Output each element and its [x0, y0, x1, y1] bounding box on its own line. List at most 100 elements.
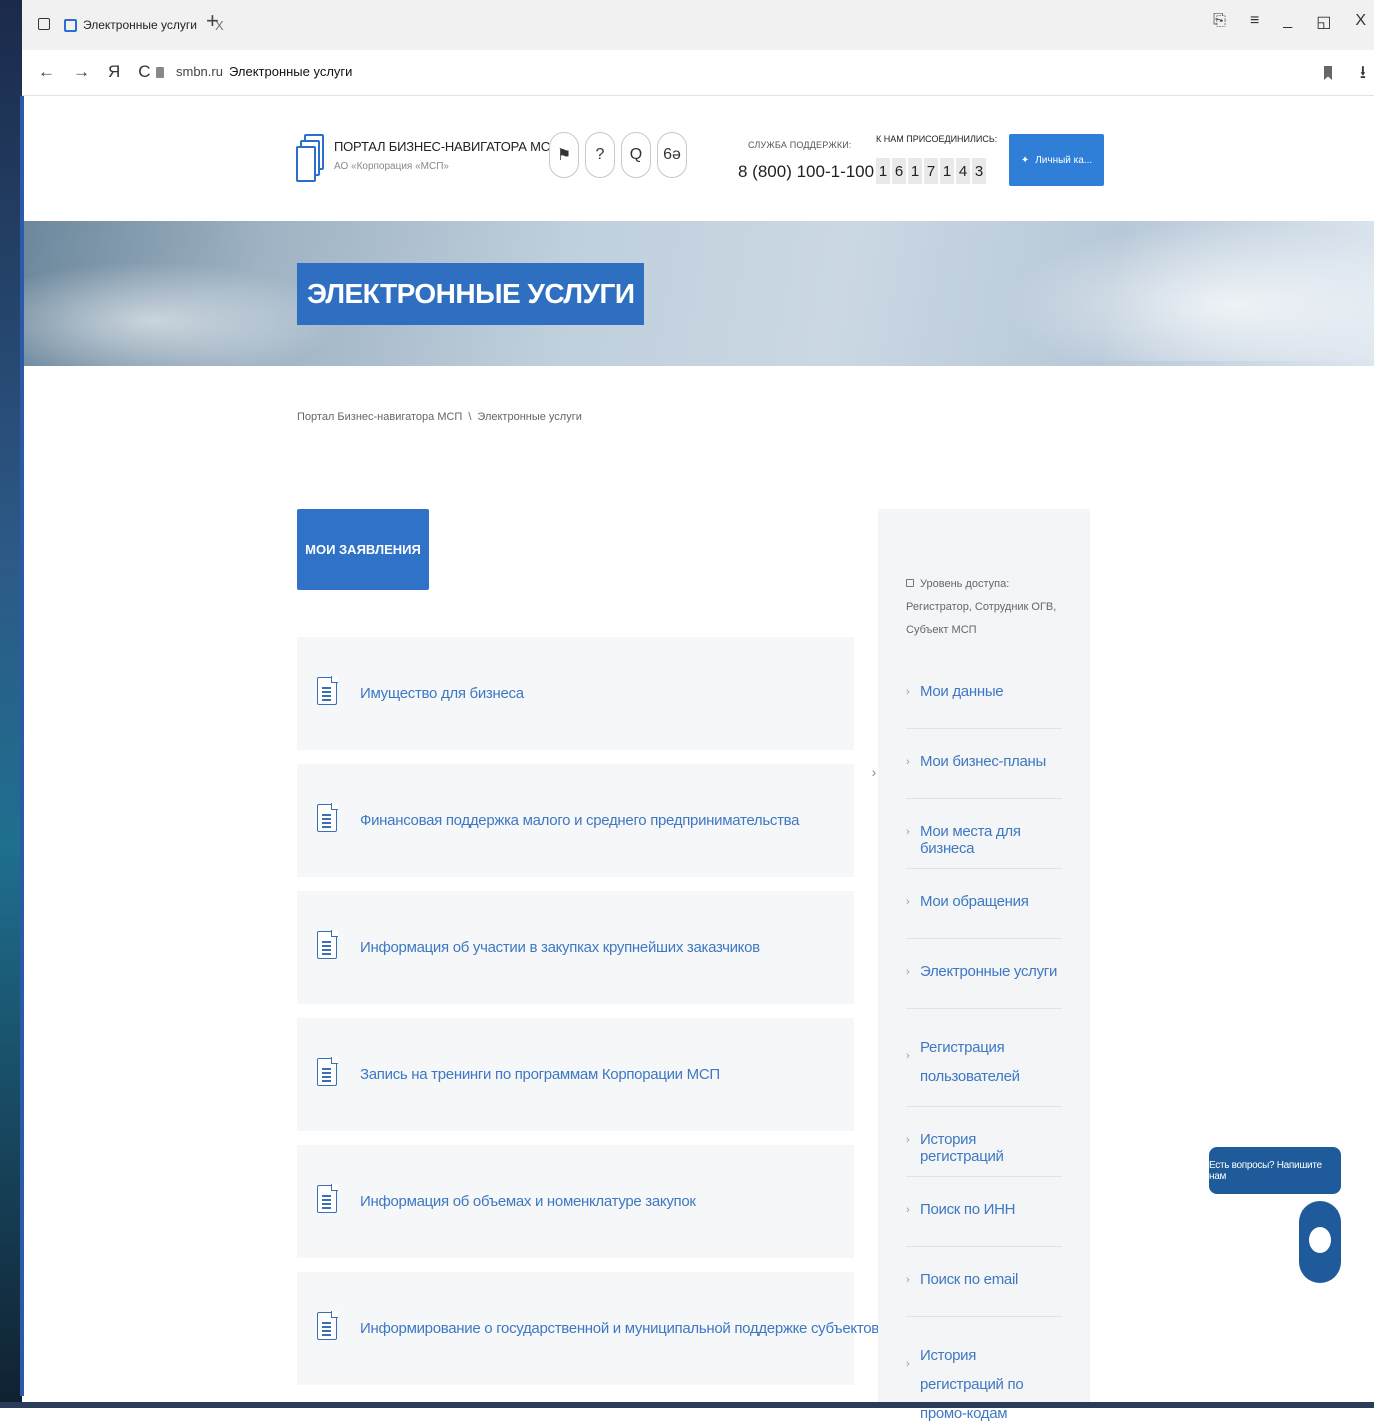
- sidebar-item[interactable]: › Регистрация пользователей: [906, 1009, 1062, 1107]
- sidebar-item[interactable]: › История регистраций: [906, 1107, 1062, 1177]
- sidebar-item-label: История регистраций: [920, 1131, 1004, 1165]
- joined-counter: 1 6 1 7 1 4 3: [876, 158, 986, 184]
- document-icon: [317, 676, 338, 705]
- lock-icon: [906, 579, 914, 587]
- personal-account-button[interactable]: ✦ Личный ка...: [1009, 134, 1104, 186]
- service-item[interactable]: Имущество для бизнеса: [297, 637, 854, 750]
- sidebar-item[interactable]: › Электронные услуги: [906, 939, 1062, 1009]
- service-item[interactable]: Финансовая поддержка малого и среднего п…: [297, 764, 854, 877]
- new-tab-button[interactable]: +: [206, 8, 219, 34]
- window-controls: ⎘ ≡ _ ◱ X: [1213, 12, 1366, 32]
- accessibility-glasses-icon[interactable]: 6ə: [657, 132, 687, 178]
- service-link[interactable]: Информирование о государственной и муниц…: [360, 1320, 916, 1337]
- reload-button[interactable]: C: [138, 62, 150, 82]
- sidebar-item[interactable]: › Мои места для бизнеса: [906, 799, 1062, 869]
- tab-bar: Электронные услуги X + ⎘ ≡ _ ◱ X: [22, 0, 1374, 50]
- bookmark-icon[interactable]: [1324, 66, 1332, 80]
- chevron-right-icon: ›: [906, 966, 910, 978]
- chevron-right-icon: ›: [906, 826, 910, 838]
- counter-digit: 1: [940, 158, 954, 184]
- help-icon[interactable]: ?: [585, 132, 615, 178]
- sidebar-item[interactable]: › Мои обращения: [906, 869, 1062, 939]
- logo-subtitle: АО «Корпорация «МСП»: [334, 161, 449, 172]
- service-link[interactable]: Информация об объемах и номенклатуре зак…: [360, 1193, 696, 1210]
- my-applications-button[interactable]: МОИ ЗАЯВЛЕНИЯ: [297, 509, 429, 590]
- service-item[interactable]: Информация об объемах и номенклатуре зак…: [297, 1145, 854, 1258]
- sidebar-item-label: Мои данные: [920, 683, 1004, 700]
- sidebar-item-label: Поиск по email: [920, 1271, 1019, 1288]
- service-link[interactable]: Имущество для бизнеса: [360, 685, 524, 702]
- access-level-text: Уровень доступа: Регистратор, Сотрудник …: [906, 573, 1076, 642]
- sidebar-item[interactable]: › Мои бизнес-планы: [906, 729, 1062, 799]
- menu-icon[interactable]: ≡: [1250, 12, 1259, 32]
- service-item[interactable]: Информация об участии в закупках крупней…: [297, 891, 854, 1004]
- minimize-button[interactable]: _: [1283, 12, 1292, 32]
- sidebar-item[interactable]: › История регистраций по промо-кодам: [906, 1317, 1062, 1422]
- language-flag-icon[interactable]: ⚑: [549, 132, 579, 178]
- breadcrumb-current: Электронные услуги: [477, 411, 582, 423]
- counter-digit: 1: [876, 158, 890, 184]
- counter-digit: 6: [892, 158, 906, 184]
- desktop-background-edge: [0, 0, 24, 1408]
- header-icon-group: ⚑ ? Q 6ə: [549, 132, 687, 178]
- os-taskbar: [0, 1402, 1374, 1408]
- services-list: Имущество для бизнеса Финансовая поддерж…: [297, 637, 916, 1399]
- logo-icon[interactable]: [296, 134, 324, 184]
- forward-button[interactable]: →: [73, 62, 90, 82]
- url-page-title: Электронные услуги: [228, 64, 353, 79]
- breadcrumb-separator: \: [468, 411, 472, 423]
- sidebar-toggle-icon[interactable]: [38, 18, 50, 30]
- browser-tab[interactable]: Электронные услуги X: [64, 12, 224, 38]
- compass-icon: ✦: [1020, 154, 1030, 166]
- download-icon[interactable]: ⭳: [1360, 60, 1366, 90]
- sidebar-item-label: Регистрация пользователей: [920, 1039, 1020, 1085]
- search-icon[interactable]: Q: [621, 132, 651, 178]
- breadcrumb-home-link[interactable]: Портал Бизнес-навигатора МСП: [297, 411, 462, 423]
- url-field[interactable]: smbn.ru Электронные услуги: [176, 64, 352, 79]
- joined-label: К НАМ ПРИСОЕДИНИЛИСЬ:: [876, 134, 998, 144]
- service-link[interactable]: Информация об участии в закупках крупней…: [360, 939, 760, 956]
- chevron-right-icon: ›: [906, 1274, 910, 1286]
- back-button[interactable]: ←: [38, 62, 55, 82]
- sidebar-item[interactable]: › Поиск по ИНН: [906, 1177, 1062, 1247]
- chat-open-button[interactable]: [1299, 1201, 1341, 1283]
- sidebar-menu: › Мои данные › Мои бизнес-планы › Мои места…: [906, 659, 1062, 1422]
- sidebar-item[interactable]: › Мои данные: [906, 659, 1062, 729]
- browser-window: Электронные услуги X + ⎘ ≡ _ ◱ X ← → Я C…: [0, 0, 1374, 1422]
- close-window-button[interactable]: X: [1355, 12, 1366, 32]
- service-link[interactable]: Запись на тренинги по программам Корпора…: [360, 1066, 720, 1083]
- restore-button[interactable]: ◱: [1316, 12, 1331, 32]
- account-sidebar: Уровень доступа: Регистратор, Сотрудник …: [878, 509, 1090, 1422]
- bookmarks-icon[interactable]: ⎘: [1213, 12, 1226, 32]
- counter-digit: 3: [972, 158, 986, 184]
- support-phone[interactable]: 8 (800) 100-1-100: [738, 162, 874, 182]
- sidebar-item-label: Мои обращения: [920, 893, 1029, 910]
- page-title: ЭЛЕКТРОННЫЕ УСЛУГИ: [297, 263, 645, 325]
- breadcrumb: Портал Бизнес-навигатора МСП \ Электронные…: [297, 411, 582, 423]
- chevron-right-icon: ›: [906, 1050, 910, 1062]
- document-icon: [317, 1057, 338, 1086]
- counter-digit: 1: [908, 158, 922, 184]
- lock-icon[interactable]: [156, 67, 164, 78]
- chevron-right-icon: ›: [906, 1204, 910, 1216]
- chevron-right-icon: ›: [906, 686, 910, 698]
- chevron-right-icon: ›: [906, 1134, 910, 1146]
- personal-account-label: Личный ка...: [1035, 154, 1093, 166]
- sidebar-item-label: Мои места для бизнеса: [920, 823, 1021, 857]
- chat-prompt-bubble[interactable]: Есть вопросы? Напишите нам: [1209, 1147, 1341, 1194]
- chevron-right-icon: ›: [906, 756, 910, 768]
- url-domain: smbn.ru: [176, 64, 223, 79]
- service-item[interactable]: Запись на тренинги по программам Корпора…: [297, 1018, 854, 1131]
- sidebar-item-label: Поиск по ИНН: [920, 1201, 1016, 1218]
- logo-title[interactable]: ПОРТАЛ БИЗНЕС-НАВИГАТОРА МСП: [334, 139, 559, 154]
- sidebar-item-label: Электронные услуги: [920, 963, 1058, 980]
- chevron-right-icon: ›: [906, 1358, 910, 1370]
- service-item[interactable]: Информирование о государственной и муниц…: [297, 1272, 916, 1385]
- sidebar-item-label: История регистраций по промо-кодам: [920, 1347, 1024, 1422]
- sidebar-item[interactable]: › Поиск по email: [906, 1247, 1062, 1317]
- document-icon: [317, 1311, 338, 1340]
- nav-buttons: ← → Я C: [38, 62, 151, 82]
- counter-digit: 7: [924, 158, 938, 184]
- service-link[interactable]: Финансовая поддержка малого и среднего п…: [360, 812, 799, 829]
- yandex-home-button[interactable]: Я: [108, 62, 120, 82]
